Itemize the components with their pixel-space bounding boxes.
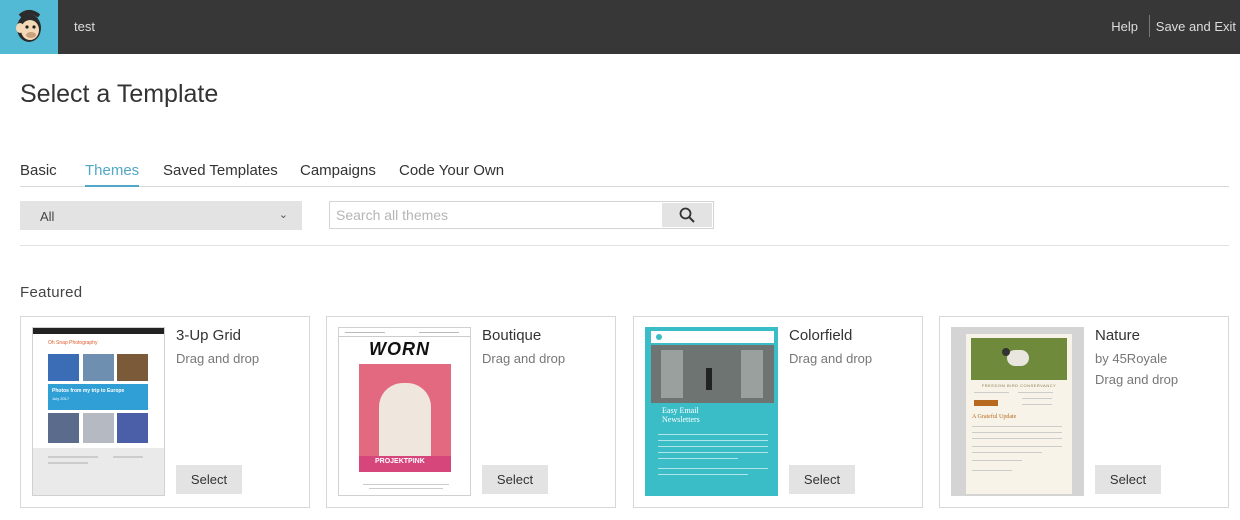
select-button[interactable]: Select	[1095, 465, 1161, 494]
tab-themes[interactable]: Themes	[85, 162, 140, 187]
tab-code-your-own[interactable]: Code Your Own	[399, 162, 504, 187]
select-button[interactable]: Select	[176, 465, 242, 494]
template-tabs: Basic Themes Saved Templates Campaigns C…	[20, 162, 1229, 187]
top-bar: test Help Save and Exit	[0, 0, 1240, 54]
thumb-brand: Oh Snap Photography	[48, 340, 98, 346]
thumb-date: July 2017	[52, 396, 70, 401]
template-type: Drag and drop	[1095, 372, 1179, 387]
template-name: Colorfield	[789, 327, 853, 344]
featured-heading: Featured	[20, 284, 83, 301]
category-dropdown[interactable]: All ⌄	[20, 201, 302, 230]
tab-campaigns[interactable]: Campaigns	[300, 162, 376, 187]
search-input[interactable]	[330, 202, 662, 228]
tab-saved-templates[interactable]: Saved Templates	[163, 162, 278, 187]
thumb-logo: WORN	[369, 339, 430, 359]
thumb-headline: A Grateful Update	[972, 414, 1017, 420]
select-button[interactable]: Select	[789, 465, 855, 494]
template-thumbnail[interactable]: Oh Snap Photography Photos from my trip …	[32, 327, 165, 496]
chevron-down-icon: ⌄	[278, 209, 288, 221]
template-name: Boutique	[482, 327, 542, 344]
template-thumbnail[interactable]: Easy Email Newsletters	[645, 327, 778, 496]
template-name: Nature	[1095, 327, 1141, 344]
thumb-headline: Photos from my trip to Europe	[52, 388, 125, 394]
template-card-boutique: WORN PROJEKTPINK Boutique Drag and drop …	[326, 316, 616, 508]
top-divider	[1149, 15, 1150, 37]
thumb-banner: PROJEKTPINK	[375, 458, 425, 465]
template-card-nature: FREEDOM BIRD CONSERVANCY A Grateful Upda…	[939, 316, 1229, 508]
search-box	[329, 201, 714, 229]
category-dropdown-value: All	[40, 209, 55, 224]
mailchimp-logo-icon[interactable]	[0, 0, 58, 54]
template-thumbnail[interactable]: WORN PROJEKTPINK	[338, 327, 471, 496]
thumb-org: FREEDOM BIRD CONSERVANCY	[981, 383, 1057, 388]
template-type: Drag and drop	[482, 351, 566, 366]
template-name: 3-Up Grid	[176, 327, 242, 344]
template-type: Drag and drop	[789, 351, 873, 366]
help-link[interactable]: Help	[1111, 19, 1138, 34]
section-divider	[20, 245, 1229, 246]
campaign-name: test	[74, 19, 95, 34]
page-title: Select a Template	[20, 80, 219, 108]
select-button[interactable]: Select	[482, 465, 548, 494]
template-type: Drag and drop	[176, 351, 260, 366]
template-thumbnail[interactable]: FREEDOM BIRD CONSERVANCY A Grateful Upda…	[951, 327, 1084, 496]
search-button[interactable]	[662, 203, 712, 227]
template-card-colorfield: Easy Email Newsletters Colorfield Drag a…	[633, 316, 923, 508]
template-author: by 45Royale	[1095, 351, 1168, 366]
save-and-exit-link[interactable]: Save and Exit	[1156, 19, 1236, 34]
template-card-3-up-grid: Oh Snap Photography Photos from my trip …	[20, 316, 310, 508]
search-icon	[679, 207, 695, 223]
thumb-headline: Easy Email Newsletters	[662, 406, 700, 424]
tab-basic[interactable]: Basic	[20, 162, 57, 187]
